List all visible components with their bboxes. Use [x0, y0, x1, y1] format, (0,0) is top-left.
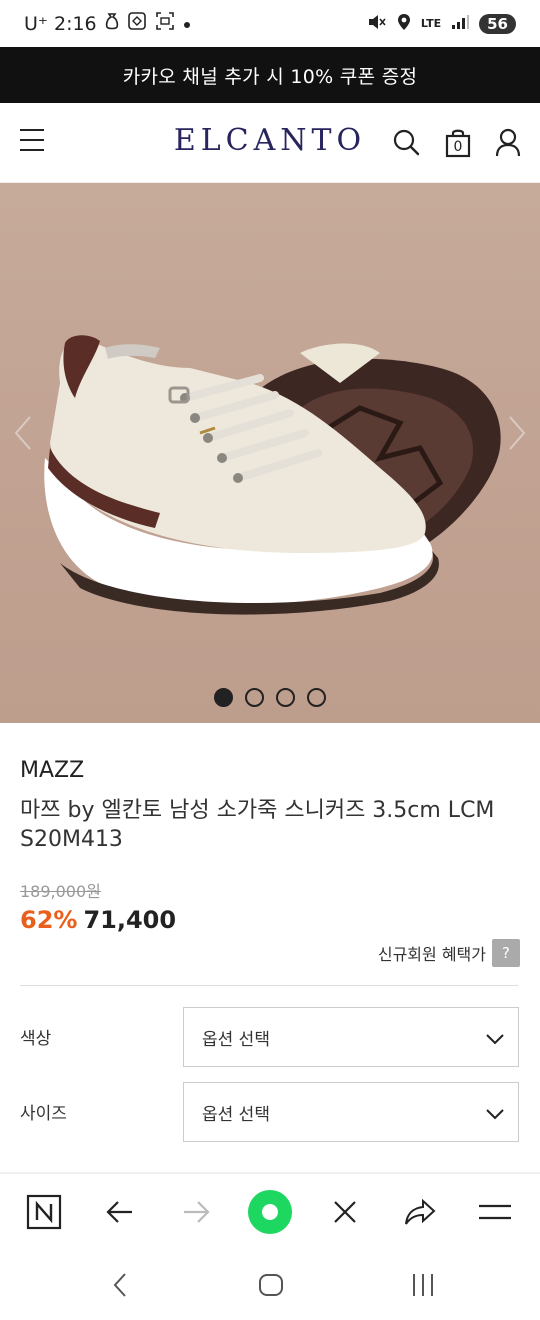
chevron-down-icon	[486, 1034, 504, 1045]
naver-n-icon	[26, 1194, 62, 1230]
size-select[interactable]: 옵션 선택	[183, 1082, 519, 1142]
menu-button[interactable]	[20, 129, 44, 155]
screen-scan-icon	[155, 11, 175, 36]
carousel-dot-2[interactable]	[245, 688, 264, 707]
user-icon	[495, 128, 521, 157]
arrow-left-icon	[106, 1201, 132, 1223]
carousel-pagination	[0, 688, 540, 707]
nav-back-icon	[113, 1273, 126, 1297]
color-option-label: 색상	[20, 1029, 52, 1049]
divider	[20, 985, 518, 986]
chevron-right-icon	[509, 416, 526, 450]
search-button[interactable]	[392, 127, 422, 159]
gift-icon	[127, 11, 147, 36]
network-type: LTE	[420, 17, 442, 30]
status-left: U⁺ 2:16	[24, 11, 191, 36]
nav-home-icon	[259, 1274, 283, 1296]
product-title: 마쯔 by 엘칸토 남성 소가죽 스니커즈 3.5cm LCM S20M413	[20, 798, 495, 852]
chevron-left-icon	[14, 416, 31, 450]
carousel-dot-4[interactable]	[307, 688, 326, 707]
hamburger-icon	[479, 1204, 511, 1220]
system-navigation-bar	[0, 1250, 540, 1320]
share-button[interactable]	[398, 1190, 442, 1234]
account-button[interactable]	[494, 127, 524, 159]
status-right: LTE 56	[367, 13, 516, 35]
promo-text: 카카오 채널 추가 시 10% 쿠폰 증정	[122, 65, 418, 88]
money-bag-icon	[105, 12, 119, 35]
carousel-next-button[interactable]	[502, 413, 532, 453]
cart-count: 0	[453, 139, 463, 155]
green-dot-button[interactable]	[248, 1190, 292, 1234]
carousel-dot-1[interactable]	[214, 688, 233, 707]
product-photo-sneakers	[44, 335, 501, 615]
back-button[interactable]	[98, 1190, 142, 1234]
member-price-row: 신규회원 혜택가 ?	[378, 939, 520, 967]
status-bar: U⁺ 2:16 LTE 56	[0, 0, 540, 47]
sale-price: 71,400	[83, 906, 177, 934]
system-home-button[interactable]	[251, 1270, 291, 1300]
color-select[interactable]: 옵션 선택	[183, 1007, 519, 1067]
browser-toolbar	[0, 1174, 540, 1250]
carousel-prev-button[interactable]	[8, 413, 38, 453]
site-header: ELCANTO 0	[0, 103, 540, 183]
color-select-value: 옵션 선택	[202, 1029, 270, 1050]
carrier-time: U⁺ 2:16	[24, 12, 97, 35]
dot-icon	[183, 14, 191, 34]
discount-rate: 62%	[20, 906, 78, 934]
member-price-help-button[interactable]: ?	[492, 939, 520, 967]
share-arrow-icon	[405, 1198, 436, 1225]
arrow-right-icon	[184, 1201, 210, 1223]
close-icon	[334, 1201, 356, 1223]
location-icon	[397, 13, 411, 35]
battery-indicator: 56	[479, 13, 516, 34]
price-row: 62% 71,400	[20, 906, 176, 934]
search-icon	[393, 129, 420, 156]
forward-button[interactable]	[174, 1190, 218, 1234]
product-brand[interactable]: MAZZ	[20, 758, 84, 783]
product-image-carousel[interactable]	[0, 183, 540, 723]
mute-icon	[367, 13, 387, 35]
size-select-value: 옵션 선택	[202, 1104, 270, 1125]
promo-banner[interactable]: 카카오 채널 추가 시 10% 쿠폰 증정	[0, 47, 540, 103]
size-option-label: 사이즈	[20, 1104, 67, 1124]
member-price-label: 신규회원 혜택가	[377, 945, 486, 964]
system-recents-button[interactable]	[403, 1270, 443, 1300]
naver-home-button[interactable]	[22, 1190, 66, 1234]
carousel-dot-3[interactable]	[276, 688, 295, 707]
nav-recents-icon	[413, 1274, 433, 1296]
signal-icon	[451, 14, 470, 34]
green-dot-icon	[248, 1190, 292, 1234]
chevron-down-icon	[486, 1109, 504, 1120]
system-back-button[interactable]	[100, 1270, 140, 1300]
cart-button[interactable]: 0	[444, 127, 474, 159]
browser-menu-button[interactable]	[473, 1190, 517, 1234]
close-tab-button[interactable]	[323, 1190, 367, 1234]
original-price: 189,000원	[20, 882, 101, 901]
